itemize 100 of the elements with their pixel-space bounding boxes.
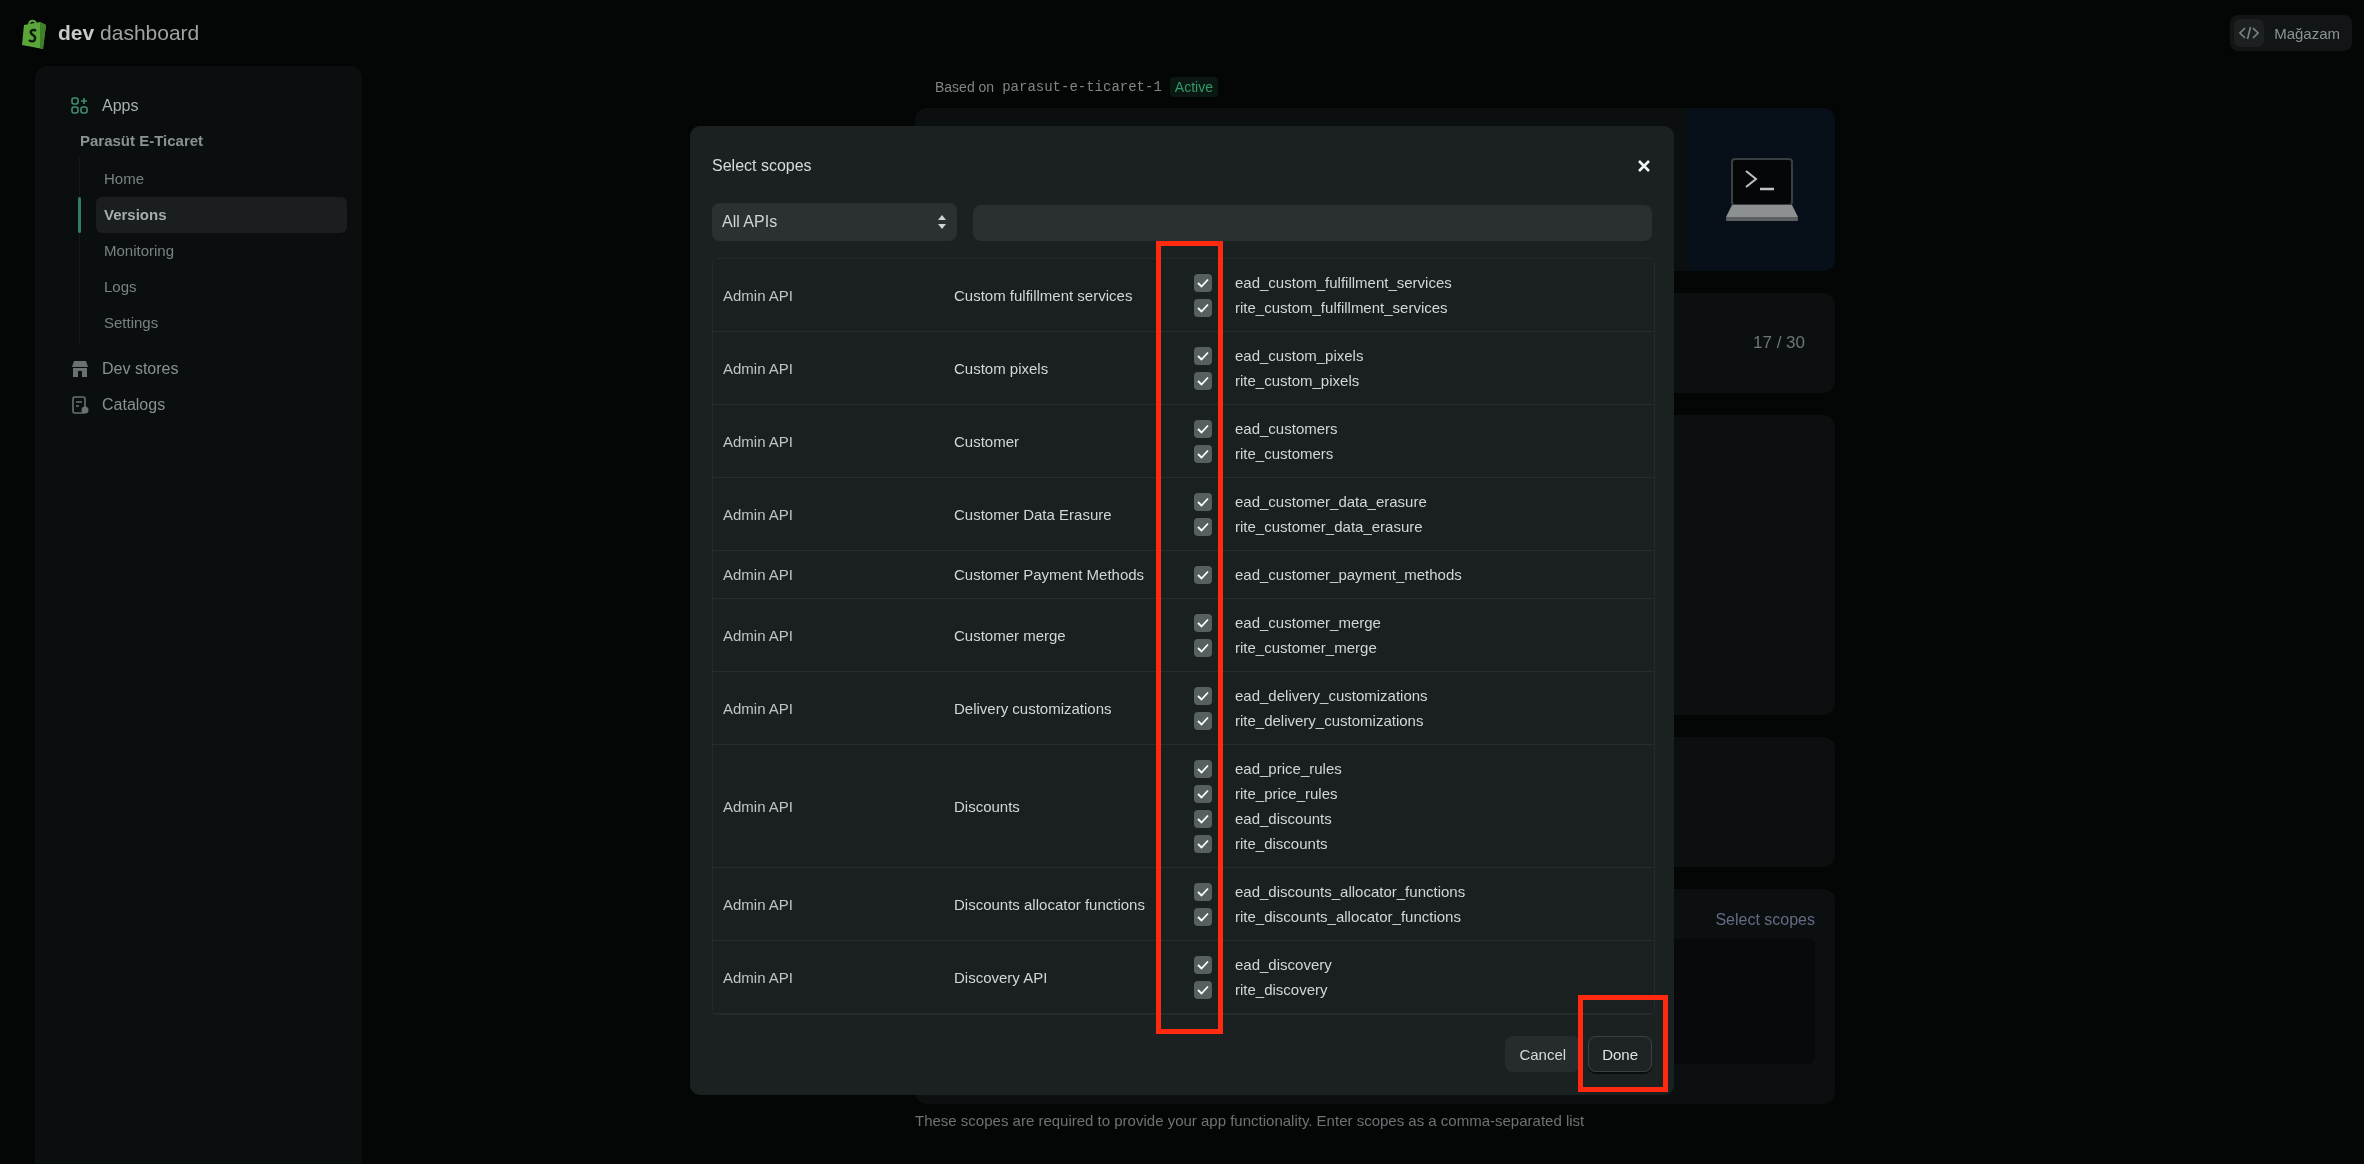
sidebar-subitem[interactable]: Settings bbox=[96, 305, 347, 341]
scope-name: rite_price_rules bbox=[1235, 785, 1338, 802]
checkmark-icon bbox=[1197, 959, 1209, 970]
checkmark-icon bbox=[1197, 715, 1209, 726]
category-cell-text: Custom fulfillment services bbox=[954, 286, 1134, 304]
checkbox[interactable] bbox=[1194, 371, 1212, 390]
checkbox[interactable] bbox=[1194, 492, 1212, 511]
api-cell-text: Admin API bbox=[723, 505, 795, 523]
category-cell-text: Customer Payment Methods bbox=[954, 566, 1146, 583]
scope-name: rite_discovery bbox=[1235, 981, 1328, 998]
sidebar-item[interactable]: Dev stores bbox=[35, 351, 362, 387]
checkbox[interactable] bbox=[1194, 444, 1212, 463]
checkbox[interactable] bbox=[1194, 784, 1212, 803]
checkbox[interactable] bbox=[1194, 686, 1212, 705]
checkbox[interactable] bbox=[1194, 419, 1212, 438]
close-button[interactable] bbox=[1636, 158, 1652, 174]
checkmark-icon bbox=[1197, 448, 1209, 459]
cancel-button[interactable]: Cancel bbox=[1505, 1036, 1581, 1072]
store-switcher-button[interactable]: Mağazam bbox=[2230, 15, 2352, 51]
category-cell-text: Discounts bbox=[954, 797, 1021, 815]
active-indicator bbox=[78, 197, 81, 233]
checkmark-icon bbox=[1197, 617, 1209, 628]
scope-name: ead_price_rules bbox=[1235, 760, 1342, 777]
checkbox[interactable] bbox=[1194, 565, 1212, 584]
checkbox[interactable] bbox=[1194, 955, 1212, 974]
checkmark-icon bbox=[1197, 375, 1209, 386]
api-cell-text: Admin API bbox=[723, 359, 795, 377]
category-cell-text: Delivery customizations bbox=[954, 699, 1113, 717]
scope-name: rite_customers bbox=[1235, 445, 1334, 462]
scope-name: ead_customer_merge bbox=[1235, 614, 1381, 631]
checkbox[interactable] bbox=[1194, 882, 1212, 901]
scope-name: rite_customer_merge bbox=[1235, 639, 1377, 656]
app-name[interactable]: Parasüt E-Ticaret bbox=[35, 124, 362, 157]
checkbox[interactable] bbox=[1194, 517, 1212, 536]
checkmark-icon bbox=[1197, 984, 1209, 995]
scope-name: rite_custom_fulfillment_services bbox=[1235, 299, 1448, 316]
checkmark-icon bbox=[1197, 277, 1209, 288]
scope-name: ead_discounts_allocator_functions bbox=[1235, 883, 1466, 900]
done-button[interactable]: Done bbox=[1588, 1036, 1652, 1072]
scope-name: rite_custom_pixels bbox=[1235, 372, 1360, 389]
checkmark-icon bbox=[1197, 423, 1209, 434]
apps-grid-icon bbox=[70, 96, 90, 116]
close-icon bbox=[1636, 158, 1652, 174]
scope-name: rite_delivery_customizations bbox=[1235, 712, 1424, 729]
checkbox[interactable] bbox=[1194, 711, 1212, 730]
checkmark-icon bbox=[1197, 788, 1209, 799]
checkmark-icon bbox=[1197, 521, 1209, 532]
scope-name: ead_custom_fulfillment_services bbox=[1235, 274, 1452, 291]
brand-name: dev dashboard bbox=[58, 21, 200, 45]
scope-name: ead_delivery_customizations bbox=[1235, 687, 1428, 704]
api-cell-text: Admin API bbox=[723, 895, 795, 913]
checkmark-icon bbox=[1197, 350, 1209, 361]
checkbox[interactable] bbox=[1194, 834, 1212, 853]
checkbox[interactable] bbox=[1194, 907, 1212, 926]
checkbox[interactable] bbox=[1194, 809, 1212, 828]
scope-name: ead_discounts bbox=[1235, 810, 1332, 827]
checkmark-icon bbox=[1197, 569, 1209, 580]
api-cell-text: Admin API bbox=[723, 797, 795, 815]
checkbox[interactable] bbox=[1194, 346, 1212, 365]
select-scopes-link[interactable]: Select scopes bbox=[1715, 911, 1815, 929]
sidebar-subitem[interactable]: Home bbox=[96, 161, 347, 197]
checkbox[interactable] bbox=[1194, 613, 1212, 632]
scope-name: rite_customer_data_erasure bbox=[1235, 518, 1423, 535]
status-badge: Active bbox=[1169, 77, 1218, 97]
scope-name: rite_discounts_allocator_functions bbox=[1235, 908, 1461, 925]
checkmark-icon bbox=[1197, 763, 1209, 774]
checkbox[interactable] bbox=[1194, 980, 1212, 999]
category-cell-text: Customer Data Erasure bbox=[954, 505, 1113, 523]
sidebar-subitem[interactable]: Monitoring bbox=[96, 233, 347, 269]
scope-name: ead_discovery bbox=[1235, 956, 1332, 973]
sidebar-subitem[interactable]: Logs bbox=[96, 269, 347, 305]
checkmark-icon bbox=[1197, 690, 1209, 701]
checkmark-icon bbox=[1197, 911, 1209, 922]
api-cell-text: Admin API bbox=[723, 566, 795, 583]
help-text: These scopes are required to provide your app functionality. Enter scopes as a comma-separated list bbox=[915, 1112, 1586, 1129]
checkbox[interactable] bbox=[1194, 638, 1212, 657]
category-cell-text: Customer merge bbox=[954, 626, 1067, 644]
category-cell-text: Discounts allocator functions bbox=[954, 895, 1146, 913]
storefront-icon bbox=[70, 359, 90, 379]
api-cell-text: Admin API bbox=[723, 626, 795, 644]
catalog-icon bbox=[70, 395, 90, 415]
api-cell-text: Admin API bbox=[723, 432, 795, 450]
api-filter-select[interactable]: All APIs bbox=[712, 203, 957, 241]
api-cell-text: Admin API bbox=[723, 286, 795, 304]
api-cell-text: Admin API bbox=[723, 968, 795, 986]
scope-name: ead_custom_pixels bbox=[1235, 347, 1364, 364]
scope-name: rite_discounts bbox=[1235, 835, 1328, 852]
checkmark-icon bbox=[1197, 642, 1209, 653]
sidebar-item[interactable]: Apps bbox=[35, 88, 362, 124]
checkbox[interactable] bbox=[1194, 759, 1212, 778]
search-field[interactable] bbox=[973, 205, 1652, 241]
scope-name: ead_customer_data_erasure bbox=[1235, 493, 1427, 510]
checkbox[interactable] bbox=[1194, 273, 1212, 292]
checkbox[interactable] bbox=[1194, 298, 1212, 317]
sort-arrows-icon bbox=[937, 214, 947, 230]
scope-name: ead_customer_payment_methods bbox=[1235, 566, 1462, 583]
sidebar-subitem[interactable]: Versions bbox=[96, 197, 347, 233]
sidebar-item[interactable]: Catalogs bbox=[35, 387, 362, 423]
shopping-bag-logo-icon bbox=[20, 17, 48, 49]
category-cell-text: Discovery API bbox=[954, 968, 1049, 986]
